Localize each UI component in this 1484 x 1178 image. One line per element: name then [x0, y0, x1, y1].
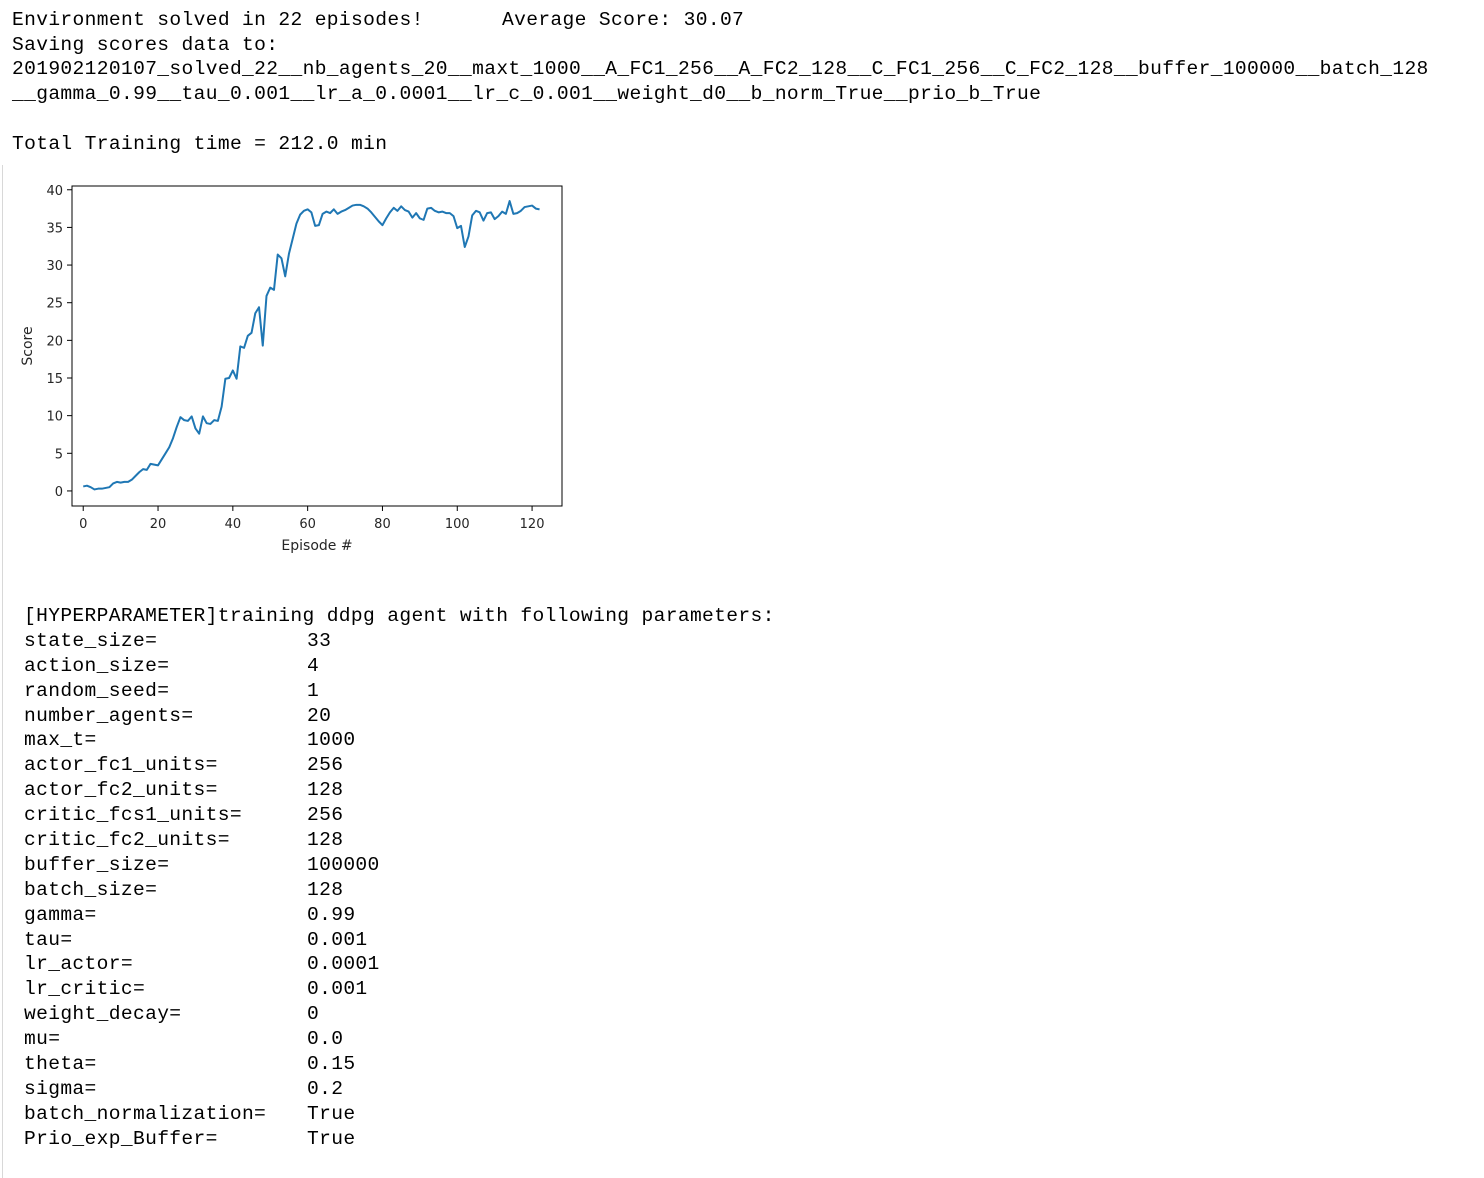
output-left-border: [2, 165, 3, 1178]
hyperparameter-value: 33: [307, 629, 332, 652]
average-score-text: Average Score: 30.07: [502, 9, 745, 31]
y-tick-label: 10: [46, 410, 63, 425]
hyperparameter-value: 128: [307, 779, 344, 802]
hyperparameter-row: Prio_exp_Buffer= True: [24, 1127, 355, 1152]
y-tick-label: 30: [46, 259, 63, 274]
hyperparameter-value: 0.001: [307, 928, 368, 951]
hyperparameter-row: action_size= 4: [24, 654, 319, 679]
hyperparameter-name: batch_size=: [24, 878, 158, 901]
hyperparameter-name: tau=: [24, 928, 73, 951]
y-tick-label: 40: [46, 184, 63, 199]
hyperparameter-name: theta=: [24, 1053, 97, 1076]
hyperparameter-value: True: [307, 1127, 356, 1150]
score-plot: 0 20 40 60 80 100 120 0 5 10 15 20 25 30 35 40 Episode #…: [14, 178, 574, 558]
hyperparameter-name: batch_normalization=: [24, 1102, 267, 1125]
solved-message: Environment solved in 22 episodes!: [12, 9, 424, 31]
hyperparameter-name: critic_fc2_units=: [24, 829, 230, 852]
hyperparameter-name: Prio_exp_Buffer=: [24, 1127, 218, 1150]
hyperparameter-row: weight_decay= 0: [24, 1002, 319, 1027]
hyperparameter-name: mu=: [24, 1028, 61, 1051]
cell-output-area: Environment solved in 22 episodes! Avera…: [0, 0, 1484, 1178]
hyperparameter-name: random_seed=: [24, 679, 170, 702]
hyperparameter-name: actor_fc1_units=: [24, 754, 218, 777]
hyperparameter-row: lr_actor= 0.0001: [24, 952, 379, 977]
hyperparameter-name: gamma=: [24, 903, 97, 926]
hyperparameter-row: sigma= 0.2: [24, 1077, 343, 1102]
scores-filename-line-2: __gamma_0.99__tau_0.001__lr_a_0.0001__lr…: [12, 83, 1042, 105]
hyperparameter-value: 256: [307, 804, 344, 827]
total-training-time: Total Training time = 212.0 min: [12, 133, 388, 155]
hyperparameter-row: critic_fc2_units= 128: [24, 828, 343, 853]
y-tick-label: 20: [46, 334, 63, 349]
x-tick-label: 120: [520, 517, 545, 532]
hyperparameter-row: theta= 0.15: [24, 1052, 355, 1077]
hyperparameter-row: random_seed= 1: [24, 679, 319, 704]
hyperparameter-name: sigma=: [24, 1077, 97, 1100]
x-tick-label: 100: [445, 517, 470, 532]
hyperparameter-row: batch_size= 128: [24, 878, 343, 903]
y-tick-label: 0: [55, 485, 63, 500]
hyperparameter-value: 100000: [307, 853, 380, 876]
hyperparameter-value: 0: [307, 1003, 320, 1026]
hyperparameter-list: state_size= 33 action_size= 4 random_seed= 1 n…: [24, 629, 379, 1152]
hyperparameter-header-text: [HYPERPARAMETER]training ddpg agent with…: [24, 605, 775, 627]
hyperparameter-value: 20: [307, 704, 332, 727]
hyperparameter-name: lr_actor=: [24, 953, 133, 976]
hyperparameter-row: critic_fcs1_units= 256: [24, 803, 343, 828]
hyperparameter-name: actor_fc2_units=: [24, 779, 218, 802]
y-tick-label: 35: [46, 221, 63, 236]
hyperparameter-row: batch_normalization= True: [24, 1102, 355, 1127]
hyperparameter-header: [HYPERPARAMETER]training ddpg agent with…: [24, 604, 774, 629]
hyperparameter-value: 128: [307, 829, 344, 852]
x-tick-label: 80: [374, 517, 391, 532]
hyperparameter-name: critic_fcs1_units=: [24, 804, 242, 827]
hyperparameter-name: action_size=: [24, 654, 170, 677]
x-tick-label: 0: [79, 517, 87, 532]
hyperparameter-value: True: [307, 1102, 356, 1125]
hyperparameter-row: tau= 0.001: [24, 928, 367, 953]
hyperparameter-name: buffer_size=: [24, 853, 170, 876]
hyperparameter-row: actor_fc2_units= 128: [24, 778, 343, 803]
hyperparameter-value: 0.001: [307, 978, 368, 1001]
hyperparameter-row: lr_critic= 0.001: [24, 977, 367, 1002]
hyperparameter-name: weight_decay=: [24, 1003, 182, 1026]
hyperparameter-value: 1000: [307, 729, 356, 752]
score-chart-svg: 0 20 40 60 80 100 120 0 5 10 15 20 25 30 35 40 Episode #…: [20, 184, 563, 554]
hyperparameter-value: 0.99: [307, 903, 356, 926]
hyperparameter-value: 1: [307, 679, 320, 702]
y-tick-label: 5: [55, 447, 63, 462]
x-tick-label: 60: [299, 517, 316, 532]
y-tick-label: 25: [46, 297, 63, 312]
hyperparameter-row: mu= 0.0: [24, 1027, 343, 1052]
saving-scores-label: Saving scores data to:: [12, 34, 279, 56]
hyperparameter-row: number_agents= 20: [24, 704, 331, 729]
hyperparameter-row: actor_fc1_units= 256: [24, 753, 343, 778]
hyperparameter-block: [HYPERPARAMETER]training ddpg agent with…: [24, 604, 774, 1152]
hyperparameter-value: 0.0001: [307, 953, 380, 976]
hyperparameter-row: max_t= 1000: [24, 728, 355, 753]
axes-frame: [71, 185, 563, 507]
x-tick-label: 20: [150, 517, 167, 532]
x-axis-label: Episode #: [281, 538, 352, 554]
hyperparameter-name: lr_critic=: [24, 978, 146, 1001]
hyperparameter-row: buffer_size= 100000: [24, 853, 379, 878]
hyperparameter-value: 0.2: [307, 1077, 344, 1100]
hyperparameter-name: state_size=: [24, 629, 158, 652]
hyperparameter-row: gamma= 0.99: [24, 903, 355, 928]
hyperparameter-value: 256: [307, 754, 344, 777]
hyperparameter-value: 0.0: [307, 1028, 344, 1051]
hyperparameter-row: state_size= 33: [24, 629, 331, 654]
hyperparameter-value: 128: [307, 878, 344, 901]
y-tick-label: 15: [46, 372, 63, 387]
y-axis-label: Score: [20, 326, 36, 365]
scores-filename-line-1: 201902120107_solved_22__nb_agents_20__ma…: [12, 58, 1429, 80]
hyperparameter-value: 0.15: [307, 1053, 356, 1076]
hyperparameter-name: number_agents=: [24, 704, 194, 727]
hyperparameter-value: 4: [307, 654, 320, 677]
hyperparameter-name: max_t=: [24, 729, 97, 752]
x-tick-label: 40: [225, 517, 242, 532]
